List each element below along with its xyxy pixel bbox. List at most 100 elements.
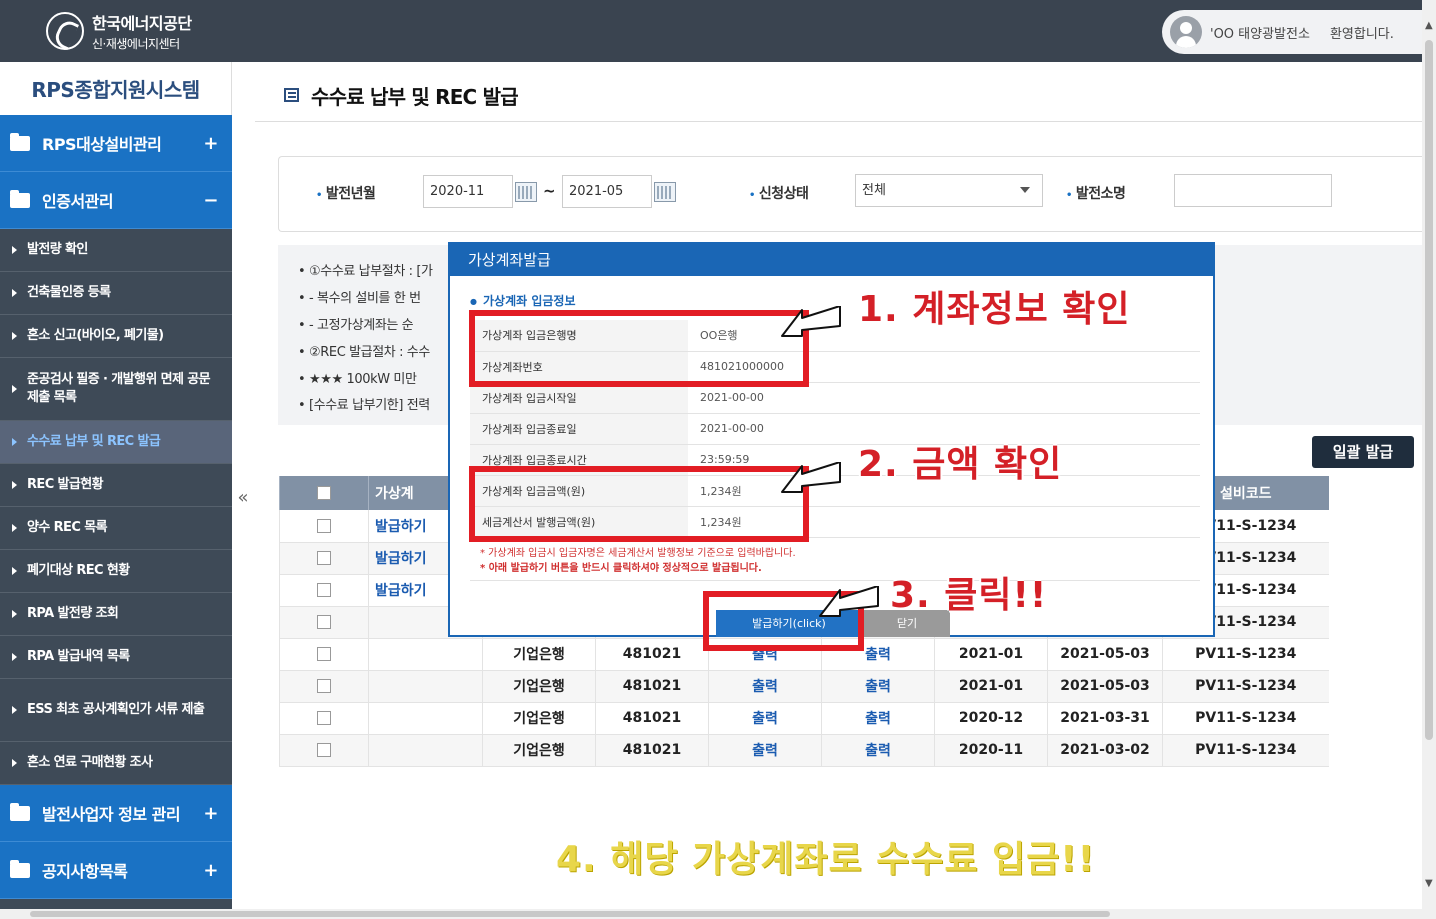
- row-checkbox[interactable]: [317, 551, 331, 565]
- table-row[interactable]: 기업은행 481021 출력 출력 2021-01 2021-05-03 PV11-S-12…: [279, 670, 1329, 703]
- table-row[interactable]: 기업은행 481021 출력 출력 2020-11 2021-03-02 PV11-S-12…: [279, 734, 1329, 767]
- row-select-cell[interactable]: [279, 606, 369, 639]
- sidebar-item-label: 수수료 납부 및 REC 발급: [27, 434, 161, 450]
- sidebar-item-label: REC 발급현황: [27, 477, 104, 493]
- scroll-thumb[interactable]: [1425, 40, 1433, 740]
- modal-section-title: 가상계좌 입금정보: [470, 292, 576, 309]
- sidebar-item-completion-docs[interactable]: 준공검사 필증 · 개발행위 면제 공문 제출 목록: [0, 358, 232, 421]
- modal-note: * 아래 발급하기 버튼을 반드시 클릭하셔야 정상적으로 발급됩니다.: [480, 563, 762, 574]
- select-all-header[interactable]: [279, 476, 369, 510]
- row-select-cell[interactable]: [279, 734, 369, 767]
- menu-rps-facility[interactable]: RPS대상설비관리 +: [0, 115, 232, 172]
- table-link-cell[interactable]: 출력: [708, 734, 822, 767]
- row-checkbox[interactable]: [317, 679, 331, 693]
- notice-line: • ★★★ 100kW 미만: [298, 372, 417, 387]
- row-checkbox[interactable]: [317, 518, 331, 533]
- sidebar-item-label: 건축물인증 등록: [27, 285, 111, 301]
- scroll-down-icon[interactable]: ▼: [1425, 878, 1433, 889]
- account-info-key: 가상계좌 입금종료일: [470, 413, 688, 445]
- table-cell: [368, 702, 483, 735]
- table-link-cell[interactable]: 출력: [708, 670, 822, 703]
- status-label: 신청상태: [749, 183, 809, 203]
- row-select-cell[interactable]: [279, 574, 369, 607]
- range-separator: ~: [543, 182, 556, 200]
- sidebar-item-rpa-issuance[interactable]: RPA 발급내역 목록: [0, 636, 232, 679]
- sidebar-item-ess-docs[interactable]: ESS 최초 공사계획인가 서류 제출: [0, 679, 232, 742]
- modal-divider: [470, 580, 1200, 581]
- row-select-cell[interactable]: [279, 702, 369, 735]
- horizontal-scrollbar[interactable]: [0, 909, 1422, 919]
- user-plant-name: 'OO 태양광발전소: [1210, 26, 1310, 42]
- plant-name-input[interactable]: [1174, 174, 1332, 207]
- sidebar-item-fuel-survey[interactable]: 혼소 연료 구매현황 조사: [0, 742, 232, 785]
- annotation-step4: 4. 해당 가상계좌로 수수료 입금!!: [556, 839, 1096, 880]
- table-row[interactable]: 기업은행 481021 출력 출력 2020-12 2021-03-31 PV11-S-12…: [279, 702, 1329, 735]
- top-header: 한국에너지공단 신·재생에너지센터 'OO 태양광발전소 환영합니다.: [0, 0, 1422, 62]
- notice-line: • - 고정가상계좌는 순: [298, 318, 414, 333]
- sidebar-item-label: 준공검사 필증 · 개발행위 면제 공문 제출 목록: [27, 372, 211, 405]
- period-from-input[interactable]: 2020-11: [423, 175, 513, 208]
- menu-notices[interactable]: 공지사항목록 +: [0, 842, 232, 899]
- org-logo[interactable]: 한국에너지공단 신·재생에너지센터: [46, 10, 192, 52]
- sidebar-item-label: 폐기대상 REC 현황: [27, 563, 130, 579]
- calendar-icon[interactable]: [515, 182, 537, 202]
- folder-icon: [10, 859, 30, 878]
- calendar-icon[interactable]: [654, 182, 676, 202]
- caret-right-icon: [12, 289, 17, 297]
- select-all-checkbox[interactable]: [317, 486, 331, 500]
- sidebar-item-rec-status[interactable]: REC 발급현황: [0, 464, 232, 507]
- expand-icon: +: [203, 859, 218, 881]
- highlight-account-info: [469, 310, 809, 387]
- notice-line: • [수수료 납부기한] 전력: [298, 398, 430, 413]
- sidebar-item-label: 발전량 확인: [27, 242, 88, 258]
- sidebar-item-fee-rec[interactable]: 수수료 납부 및 REC 발급: [0, 421, 232, 464]
- row-select-cell[interactable]: [279, 542, 369, 575]
- table-cell: 2021-03-31: [1047, 702, 1163, 735]
- row-checkbox[interactable]: [317, 583, 331, 597]
- sidebar-item-disposal-rec[interactable]: 폐기대상 REC 현황: [0, 550, 232, 593]
- notice-line: • - 복수의 설비를 한 번: [298, 291, 421, 306]
- row-select-cell[interactable]: [279, 510, 369, 543]
- bulk-issue-button[interactable]: 일괄 발급: [1312, 436, 1414, 468]
- vertical-scrollbar[interactable]: ▲ ▼: [1422, 0, 1436, 919]
- row-select-cell[interactable]: [279, 638, 369, 671]
- sidebar-item-cofiring[interactable]: 혼소 신고(바이오, 폐기물): [0, 315, 232, 358]
- row-checkbox[interactable]: [317, 743, 331, 757]
- notice-line: • ②REC 발급절차 : 수수: [298, 345, 430, 360]
- row-checkbox[interactable]: [317, 711, 331, 725]
- menu-label: 공지사항목록: [42, 862, 128, 881]
- row-select-cell[interactable]: [279, 670, 369, 703]
- sidebar-item-building-cert[interactable]: 건축물인증 등록: [0, 272, 232, 315]
- sidebar-item-generation-check[interactable]: 발전량 확인: [0, 229, 232, 272]
- menu-certificate[interactable]: 인증서관리 −: [0, 172, 232, 229]
- sidebar-item-label: 양수 REC 목록: [27, 520, 108, 536]
- sidebar-item-label: RPA 발전량 조회: [27, 606, 119, 622]
- table-link-cell[interactable]: 출력: [821, 734, 935, 767]
- caret-right-icon: [12, 653, 17, 661]
- period-to-input[interactable]: 2021-05: [562, 175, 652, 208]
- status-select[interactable]: 전체: [855, 174, 1043, 207]
- table-link-cell[interactable]: 출력: [821, 670, 935, 703]
- table-cell: 481021: [595, 702, 709, 735]
- table-cell: 481021: [595, 670, 709, 703]
- caret-right-icon: [12, 759, 17, 767]
- scroll-thumb[interactable]: [30, 911, 1110, 917]
- table-cell: 2020-12: [934, 702, 1048, 735]
- caret-right-icon: [12, 246, 17, 254]
- sidebar-collapse-icon[interactable]: «: [233, 484, 253, 512]
- period-label: 발전년월: [316, 183, 376, 203]
- row-checkbox[interactable]: [317, 647, 331, 661]
- caret-right-icon: [12, 610, 17, 618]
- scroll-up-icon[interactable]: ▲: [1425, 20, 1433, 31]
- menu-operator-info[interactable]: 발전사업자 정보 관리 +: [0, 785, 232, 842]
- table-cell: [368, 670, 483, 703]
- table-cell: 2021-05-03: [1047, 638, 1163, 671]
- sidebar-item-transfer-rec[interactable]: 양수 REC 목록: [0, 507, 232, 550]
- account-info-row: 가상계좌 입금종료일 2021-00-00: [470, 413, 1200, 445]
- table-link-cell[interactable]: 출력: [821, 702, 935, 735]
- table-link-cell[interactable]: 출력: [708, 702, 822, 735]
- row-checkbox[interactable]: [317, 615, 331, 629]
- table-cell: 481021: [595, 638, 709, 671]
- system-title[interactable]: RPS종합지원시스템: [0, 62, 232, 115]
- sidebar-item-rpa-generation[interactable]: RPA 발전량 조회: [0, 593, 232, 636]
